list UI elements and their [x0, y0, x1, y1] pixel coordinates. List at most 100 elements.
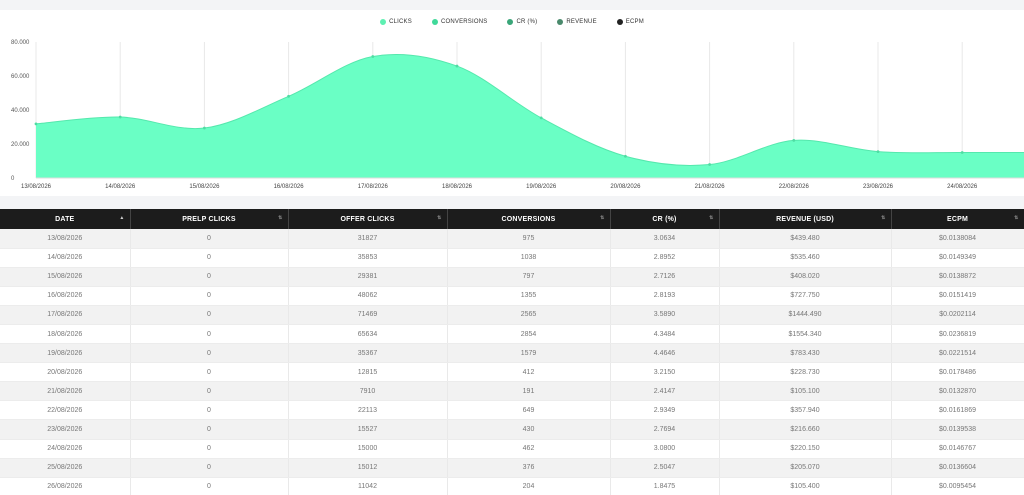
table-cell: 65634	[288, 324, 448, 345]
x-tick-label: 15/08/2026	[189, 184, 220, 190]
column-header-label: PRELP CLICKS	[182, 215, 236, 223]
table-cell: 0	[130, 305, 289, 325]
table-cell: 0	[130, 458, 289, 478]
table-cell: 4.3484	[610, 324, 720, 345]
table-cell: 15527	[288, 419, 448, 440]
clicks-data-point	[203, 126, 206, 130]
table-cell: 0	[130, 343, 289, 364]
legend-item-revenue[interactable]: REVENUE	[557, 19, 597, 25]
table-cell: $439.480	[719, 229, 892, 249]
x-tick-label: 16/08/2026	[274, 184, 305, 190]
table-row[interactable]: 15/08/2026 0 29381 797 2.7126 $408.020 $0.0138…	[0, 267, 1024, 287]
table-row[interactable]: 20/08/2026 0 12815 412 3.2150 $228.730 $0.0178…	[0, 362, 1024, 383]
table-cell: 20/08/2026	[0, 362, 131, 383]
sort-asc-icon[interactable]: ▲	[119, 215, 124, 221]
sort-icon[interactable]: ⇅	[1014, 215, 1018, 221]
table-cell: $228.730	[719, 362, 892, 383]
table-row[interactable]: 16/08/2026 0 48062 1355 2.8193 $727.750 $0.015…	[0, 286, 1024, 306]
table-cell: $0.0149349	[891, 248, 1024, 268]
table-cell: 2565	[447, 305, 611, 325]
table-header-row: DATE ▲ PRELP CLICKS ⇅ OFFER CLICKS ⇅ CONVERSIO…	[0, 209, 1024, 229]
table-cell: 0	[130, 439, 289, 459]
table-cell: $1444.490	[719, 305, 892, 325]
table-row[interactable]: 14/08/2026 0 35853 1038 2.8952 $535.460 $0.014…	[0, 248, 1024, 268]
table-cell: 2.7126	[610, 267, 720, 287]
chart-svg: 0 20.000 40.000 60.000 80.000 13/08/2026 14/08…	[11, 40, 1024, 190]
table-cell: 71469	[288, 305, 448, 325]
table-cell: $0.0138872	[891, 267, 1024, 287]
table-cell: $0.0132870	[891, 381, 1024, 402]
table-cell: $216.660	[719, 419, 892, 440]
clicks-data-point	[118, 115, 122, 119]
table-cell: 2.4147	[610, 381, 720, 402]
table-row[interactable]: 17/08/2026 0 71469 2565 3.5890 $1444.490 $0.02…	[0, 305, 1024, 325]
table-cell: 2.9349	[610, 400, 720, 421]
table-cell: 975	[447, 229, 611, 249]
y-tick-label: 20.000	[11, 142, 30, 148]
table-row[interactable]: 22/08/2026 0 22113 649 2.9349 $357.940 $0.0161…	[0, 400, 1024, 421]
column-header-revenue-usd[interactable]: REVENUE (USD) ⇅	[719, 209, 892, 229]
table-cell: 3.5890	[610, 305, 720, 325]
table-cell: 0	[130, 477, 289, 495]
column-header-date[interactable]: DATE ▲	[0, 209, 131, 229]
sort-icon[interactable]: ⇅	[278, 215, 282, 221]
legend-item-ecpm[interactable]: ECPM	[616, 19, 644, 25]
column-header-label: DATE	[55, 215, 75, 223]
x-tick-label: 19/08/2026	[526, 184, 557, 190]
table-cell: 3.0634	[610, 229, 720, 249]
table-cell: 0	[130, 362, 289, 383]
table-cell: $0.0095454	[891, 477, 1024, 495]
table-cell: 2854	[447, 324, 611, 345]
clicks-data-point	[455, 64, 459, 68]
legend-dot-icon	[616, 19, 623, 25]
table-cell: $205.070	[719, 458, 892, 478]
x-tick-label: 18/08/2026	[442, 184, 473, 190]
x-tick-label: 13/08/2026	[21, 184, 52, 190]
table-cell: 35853	[288, 248, 448, 268]
table-cell: $0.0151419	[891, 286, 1024, 306]
legend-item-cr[interactable]: CR (%)	[507, 19, 537, 25]
table-row[interactable]: 18/08/2026 0 65634 2854 4.3484 $1554.340 $0.02…	[0, 324, 1024, 345]
table-row[interactable]: 23/08/2026 0 15527 430 2.7694 $216.660 $0.0139…	[0, 419, 1024, 440]
legend-item-conversions[interactable]: CONVERSIONS	[431, 19, 488, 25]
sort-icon[interactable]: ⇅	[600, 215, 604, 221]
table-row[interactable]: 26/08/2026 0 11042 204 1.8475 $105.400 $0.0095…	[0, 477, 1024, 495]
table-row[interactable]: 25/08/2026 0 15012 376 2.5047 $205.070 $0.0136…	[0, 458, 1024, 478]
column-header-prelp-clicks[interactable]: PRELP CLICKS ⇅	[130, 209, 289, 229]
table-cell: $0.0202114	[891, 305, 1024, 325]
x-tick-label: 23/08/2026	[863, 184, 894, 190]
sort-icon[interactable]: ⇅	[709, 215, 713, 221]
table-cell: 35367	[288, 343, 448, 364]
table-cell: 2.8952	[610, 248, 720, 268]
table-cell: 649	[447, 400, 611, 421]
table-cell: 412	[447, 362, 611, 383]
table-cell: 0	[130, 229, 289, 249]
table-row[interactable]: 21/08/2026 0 7910 191 2.4147 $105.100 $0.01328…	[0, 381, 1024, 402]
table-cell: 13/08/2026	[0, 229, 131, 249]
sort-icon[interactable]: ⇅	[437, 215, 441, 221]
sort-icon[interactable]: ⇅	[881, 215, 885, 221]
clicks-data-point	[287, 94, 290, 98]
column-header-label: CONVERSIONS	[501, 215, 556, 223]
legend-label: CONVERSIONS	[440, 19, 488, 25]
table-cell: 1.8475	[610, 477, 720, 495]
table-row[interactable]: 19/08/2026 0 35367 1579 4.4646 $783.430 $0.022…	[0, 343, 1024, 364]
column-header-cr[interactable]: CR (%) ⇅	[610, 209, 720, 229]
clicks-data-point	[708, 163, 711, 166]
legend-item-clicks[interactable]: CLICKS	[380, 19, 412, 25]
table-cell: 376	[447, 458, 611, 478]
table-cell: $105.400	[719, 477, 892, 495]
column-header-offer-clicks[interactable]: OFFER CLICKS ⇅	[288, 209, 448, 229]
column-header-ecpm[interactable]: ECPM ⇅	[891, 209, 1024, 229]
x-tick-label: 22/08/2026	[779, 184, 810, 190]
table-cell: 29381	[288, 267, 448, 287]
legend-dot-icon	[507, 19, 514, 25]
table-row[interactable]: 24/08/2026 0 15000 462 3.0800 $220.150 $0.0146…	[0, 439, 1024, 459]
y-tick-label: 0	[11, 176, 15, 182]
table-cell: 22113	[288, 400, 448, 421]
column-header-conversions[interactable]: CONVERSIONS ⇅	[447, 209, 611, 229]
table-cell: $0.0161869	[891, 400, 1024, 421]
table-cell: 0	[130, 400, 289, 421]
stats-table-container[interactable]: DATE ▲ PRELP CLICKS ⇅ OFFER CLICKS ⇅ CONVERSIO…	[0, 209, 1024, 495]
table-row[interactable]: 13/08/2026 0 31827 975 3.0634 $439.480 $0.0138…	[0, 229, 1024, 249]
